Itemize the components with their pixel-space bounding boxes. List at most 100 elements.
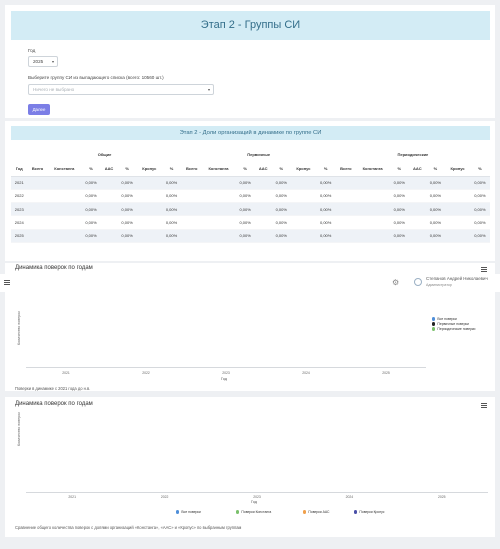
chart1-legend-item[interactable]: Периодические поверки xyxy=(432,327,475,331)
table-cell: 0,00% xyxy=(80,202,102,217)
avatar[interactable] xyxy=(414,278,422,286)
table-cell: 0,00% xyxy=(80,229,102,243)
top-navbar xyxy=(0,274,500,292)
table-cell xyxy=(101,229,118,243)
chart2-x-tick: 2021 xyxy=(68,495,76,499)
table-cell: 0,00% xyxy=(235,229,256,243)
table-row: 2021 0,00% 0,00% 0,00% 0,00% 0,00% 0,00% 0,00% 0… xyxy=(11,176,490,190)
table-cell xyxy=(335,229,356,243)
table-group-header-row: Общие Первичные Периодические xyxy=(11,148,490,161)
table-cell xyxy=(335,176,356,190)
col-header: Всего xyxy=(27,161,48,177)
table-cell xyxy=(255,176,272,190)
table-cell xyxy=(445,229,470,243)
col-header: Всего xyxy=(335,161,356,177)
table-cell xyxy=(201,176,236,190)
table-cell: 0,00% xyxy=(389,215,410,230)
chart2-ylabel: Количество поверок xyxy=(17,412,21,446)
chart2-legend-item[interactable]: Поверки ААС xyxy=(303,510,329,514)
legend-label: Все поверки xyxy=(181,510,201,514)
table-cell: 0,00% xyxy=(469,229,490,243)
chart1-caption: Поверки в динамике с 2021 года до н.в. xyxy=(15,386,91,391)
table-cell xyxy=(181,189,202,204)
year-select[interactable]: 2025 ▾ xyxy=(28,56,58,67)
year-cell: 2024 xyxy=(11,215,28,230)
table-cell xyxy=(101,189,118,204)
col-header: % xyxy=(80,161,102,177)
table-row: 2022 0,00% 0,00% 0,00% 0,00% 0,00% 0,00% 0,00% 0… xyxy=(11,189,490,204)
table-cell xyxy=(335,202,356,217)
table-row: 2025 0,00% 0,00% 0,00% 0,00% 0,00% 0,00% 0,00% 0… xyxy=(11,229,490,243)
page-title: Этап 2 - Группы СИ xyxy=(11,11,490,40)
chevron-down-icon: ▾ xyxy=(51,59,54,64)
table-cell xyxy=(409,189,426,204)
year-value: 2025 xyxy=(33,59,44,64)
table-cell: 0,00% xyxy=(117,189,138,204)
legend-marker-icon xyxy=(432,327,436,331)
table-cell xyxy=(355,202,390,217)
table-cell xyxy=(201,229,236,243)
table-cell xyxy=(409,202,426,217)
col-header: Всего xyxy=(181,161,202,177)
shares-table: Общие Первичные Периодические Год Всего К… xyxy=(11,148,490,243)
table-cell xyxy=(181,229,202,243)
col-header: % xyxy=(469,161,490,177)
table-cell: 0,00% xyxy=(315,202,336,217)
next-button[interactable]: Далее xyxy=(28,104,50,115)
gear-icon[interactable]: ⚙ xyxy=(392,278,399,287)
chart1-xlabel: Год xyxy=(220,377,228,381)
table-cell: 0,00% xyxy=(161,215,182,230)
legend-label: Поверки Кропус xyxy=(359,510,385,514)
chart2-legend-item[interactable]: Все поверки xyxy=(176,510,201,514)
table-cell: 0,00% xyxy=(425,176,446,190)
table-cell xyxy=(101,176,118,190)
chart2-legend-item[interactable]: Поверки Кропус xyxy=(354,510,385,514)
table-cell xyxy=(445,202,470,217)
col-header: % xyxy=(425,161,446,177)
table-cell: 0,00% xyxy=(117,229,138,243)
chart2-xlabel: Год xyxy=(250,500,258,504)
table-cell: 0,00% xyxy=(271,215,292,230)
table-cell xyxy=(47,215,81,230)
table-cell xyxy=(101,215,118,230)
col-header: ААС xyxy=(101,161,118,177)
chart2-plot-area xyxy=(26,418,488,493)
chart1-x-tick: 2024 xyxy=(302,371,310,375)
hamburger-menu-icon[interactable] xyxy=(4,280,10,286)
menu-icon[interactable] xyxy=(481,403,487,409)
table-cell xyxy=(47,189,81,204)
table-cell xyxy=(291,189,316,204)
chart1-legend-item[interactable]: Первичные поверки xyxy=(432,322,469,326)
table-cell xyxy=(181,176,202,190)
table-cell xyxy=(335,215,356,230)
legend-label: Первичные поверки xyxy=(437,322,469,326)
table-cell xyxy=(137,202,162,217)
table-cell xyxy=(255,202,272,217)
chart1-x-tick: 2023 xyxy=(222,371,230,375)
table-cell xyxy=(355,229,390,243)
col-header: Констанга xyxy=(201,161,236,177)
col-header: % xyxy=(271,161,292,177)
table-cell: 0,00% xyxy=(235,202,256,217)
table-cell xyxy=(409,176,426,190)
legend-label: Поверки ААС xyxy=(308,510,330,514)
table-cell: 0,00% xyxy=(161,202,182,217)
group-select[interactable]: Ничего не выбрано ▾ xyxy=(28,84,214,95)
table-cell xyxy=(409,229,426,243)
chart2-legend-item[interactable]: Поверки Констанга xyxy=(236,510,271,514)
legend-label: Периодические поверки xyxy=(437,327,476,331)
table-cell: 0,00% xyxy=(425,215,446,230)
table-cell: 0,00% xyxy=(425,189,446,204)
table-cell xyxy=(47,176,81,190)
table-cell xyxy=(181,215,202,230)
chart2-caption: Сравнение общего количества поверок с до… xyxy=(15,525,242,530)
menu-icon[interactable] xyxy=(481,267,487,273)
col-year: Год xyxy=(11,161,28,177)
chart1-legend-item[interactable]: Все поверки xyxy=(432,317,457,321)
table-cell: 0,00% xyxy=(80,176,102,190)
user-name[interactable]: Степанов Андрей Николаевич xyxy=(426,276,488,281)
table-cell xyxy=(291,229,316,243)
chart2-x-tick: 2024 xyxy=(345,495,354,499)
table-cell: 0,00% xyxy=(117,176,138,190)
table-cell: 0,00% xyxy=(235,215,256,230)
